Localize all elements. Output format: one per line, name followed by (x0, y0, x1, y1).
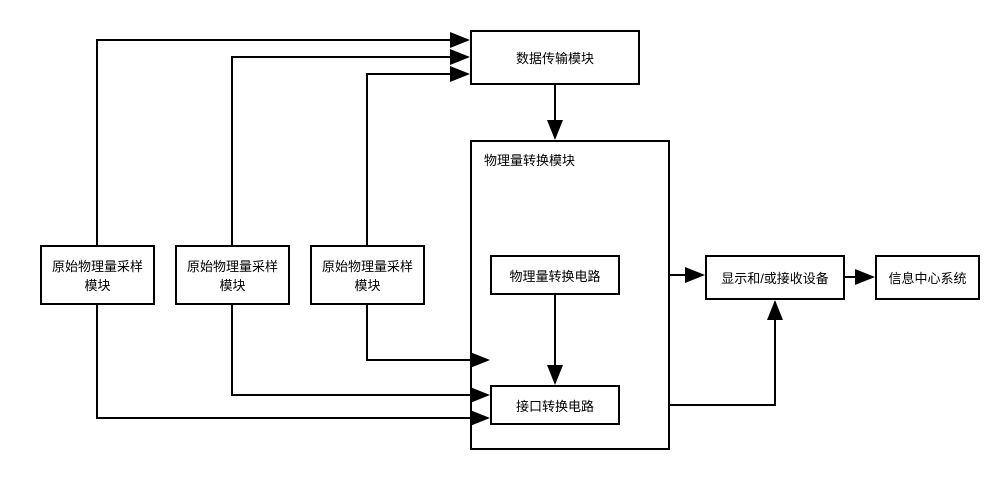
sampling-module-a-label: 原始物理量采样模块 (46, 256, 149, 294)
physical-conversion-circuit: 物理量转换电路 (490, 255, 620, 295)
info-center-system-label: 信息中心系统 (888, 268, 966, 287)
display-receive-device: 显示和/或接收设备 (705, 255, 845, 300)
physical-conversion-title: 物理量转换模块 (484, 150, 575, 169)
display-receive-device-label: 显示和/或接收设备 (721, 268, 829, 287)
sampling-module-a: 原始物理量采样模块 (40, 245, 155, 305)
sampling-module-b: 原始物理量采样模块 (175, 245, 290, 305)
sampling-module-b-label: 原始物理量采样模块 (181, 256, 284, 294)
info-center-system: 信息中心系统 (875, 255, 980, 300)
sampling-module-c-label: 原始物理量采样模块 (316, 256, 419, 294)
interface-conversion-circuit: 接口转换电路 (490, 385, 620, 425)
sampling-module-c: 原始物理量采样模块 (310, 245, 425, 305)
data-transmission-module: 数据传输模块 (470, 30, 640, 85)
data-transmission-label: 数据传输模块 (516, 48, 594, 67)
interface-conversion-circuit-label: 接口转换电路 (516, 396, 594, 415)
physical-conversion-circuit-label: 物理量转换电路 (509, 266, 600, 285)
